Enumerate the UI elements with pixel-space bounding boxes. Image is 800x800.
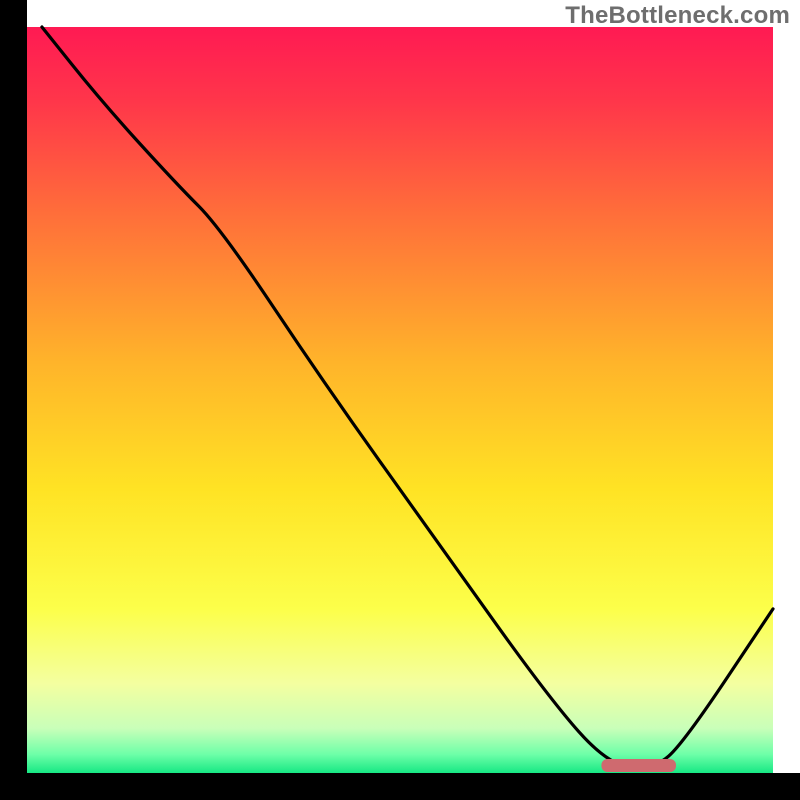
plot-background (27, 27, 773, 773)
chart-container: TheBottleneck.com (0, 0, 800, 800)
optimal-marker (601, 759, 676, 772)
chart-svg (0, 0, 800, 800)
watermark-text: TheBottleneck.com (565, 2, 790, 30)
